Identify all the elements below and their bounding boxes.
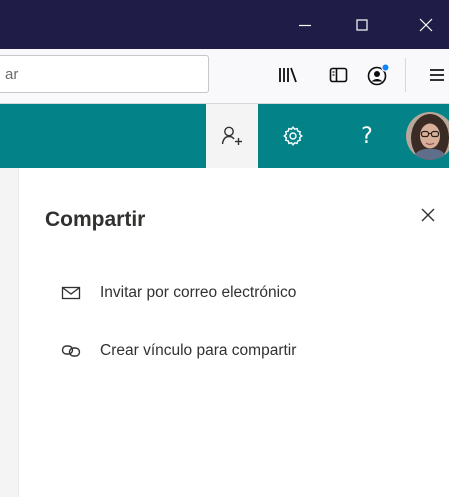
close-window-button[interactable] [403, 0, 449, 49]
background-page-edge [0, 168, 19, 497]
share-panel: Compartir Invitar por correo electrónico [20, 168, 449, 497]
maximize-button[interactable] [339, 0, 385, 49]
close-icon [419, 18, 433, 31]
avatar-button[interactable] [402, 104, 449, 168]
share-person-add-icon [221, 126, 242, 145]
account-button[interactable] [366, 62, 392, 88]
account-icon [367, 63, 390, 86]
help-icon: ? [361, 123, 373, 149]
url-input[interactable] [0, 56, 208, 92]
panel-close-button[interactable] [415, 202, 441, 228]
invite-by-email-option[interactable]: Invitar por correo electrónico [60, 278, 296, 308]
close-icon [421, 208, 435, 222]
suite-bar: ? [0, 104, 449, 168]
help-button[interactable]: ? [346, 104, 388, 168]
url-bar[interactable] [0, 55, 209, 93]
share-button[interactable] [206, 104, 258, 168]
create-share-link-label: Crear vínculo para compartir [100, 342, 297, 359]
menu-icon [430, 69, 444, 81]
maximize-icon [356, 18, 368, 31]
menu-button[interactable] [424, 62, 449, 88]
sidebar-icon [329, 67, 348, 83]
library-icon [279, 67, 297, 83]
library-button[interactable] [275, 62, 301, 88]
panel-title: Compartir [45, 208, 146, 231]
page-area: Compartir Invitar por correo electrónico [0, 168, 449, 497]
link-icon [60, 340, 82, 362]
screen: ? Compartir [0, 0, 449, 497]
avatar [406, 112, 449, 160]
browser-toolbar [0, 49, 449, 104]
toolbar-separator [405, 58, 406, 92]
avatar-photo [406, 112, 449, 160]
window-titlebar [0, 0, 449, 49]
settings-button[interactable] [272, 104, 314, 168]
mail-icon [60, 282, 82, 304]
minimize-button[interactable] [282, 0, 328, 49]
gear-icon [283, 126, 303, 146]
create-share-link-option[interactable]: Crear vínculo para compartir [60, 336, 296, 366]
minimize-icon [299, 24, 311, 26]
invite-by-email-label: Invitar por correo electrónico [100, 284, 297, 301]
sidebar-button[interactable] [326, 62, 352, 88]
